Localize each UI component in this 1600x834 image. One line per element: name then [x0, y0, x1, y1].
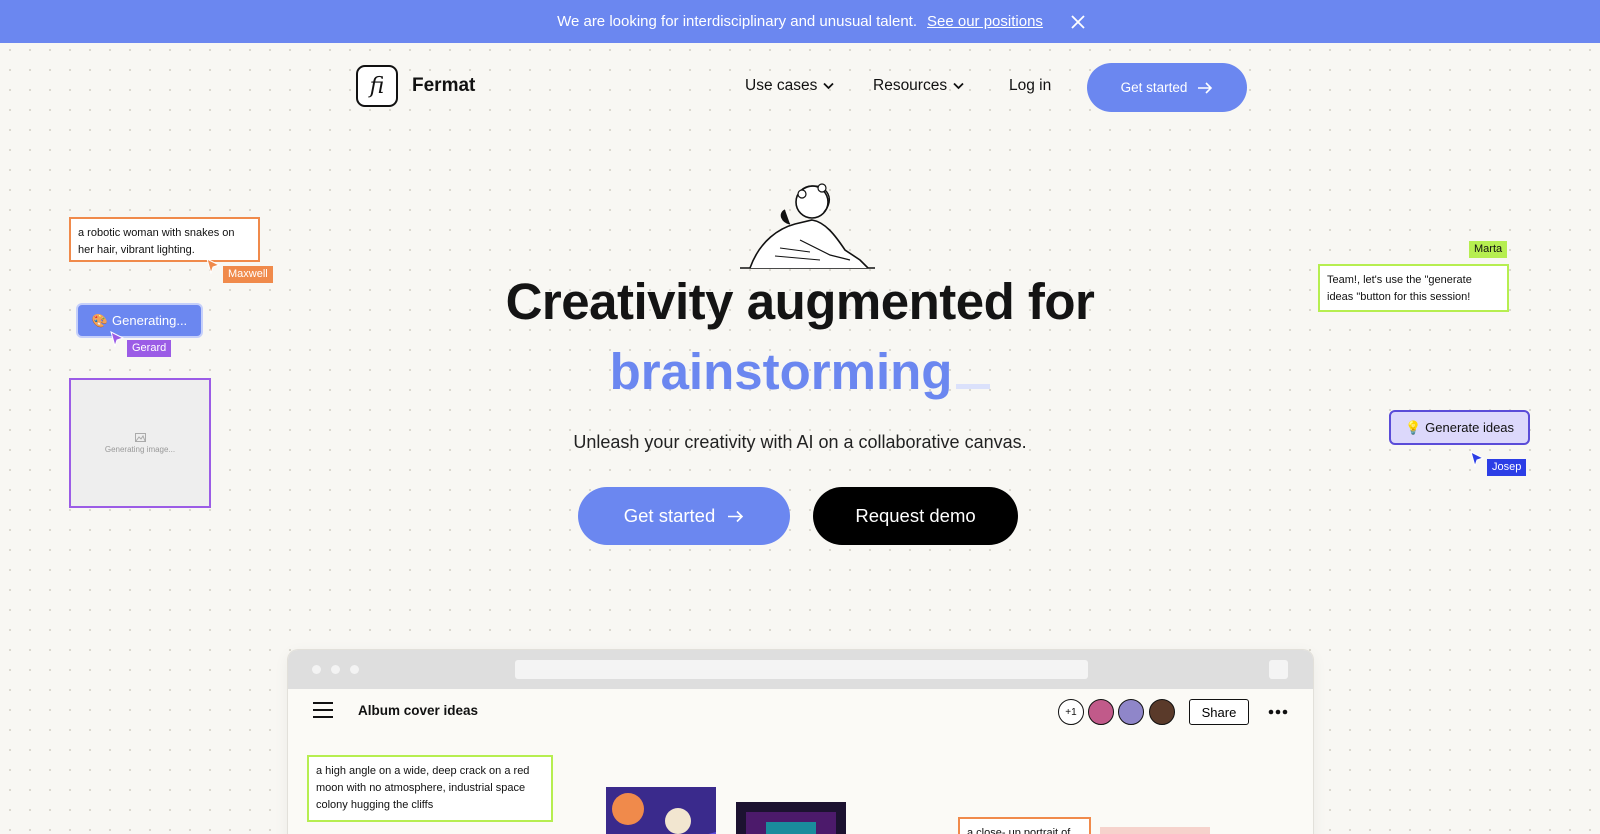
hero-subhead: Unleash your creativity with AI on a col…: [573, 432, 1027, 452]
positions-link[interactable]: See our positions: [927, 13, 1043, 30]
app-toolbar: Album cover ideas +1 Share: [288, 689, 1313, 735]
close-icon: [1071, 15, 1085, 29]
nav-resources[interactable]: Resources: [873, 77, 964, 95]
crack-prompt-note: a high angle on a wide, deep crack on a …: [307, 755, 553, 822]
user-tag-gerard: Gerard: [127, 340, 172, 357]
nav-resources-label: Resources: [873, 77, 948, 94]
hero-primary-label: Get started: [623, 505, 716, 526]
logo-mark: fi: [356, 65, 398, 107]
window-button: [1269, 660, 1288, 679]
user-tag-josep: Josep: [1487, 459, 1527, 476]
banner-message: We are looking for interdisciplinary and…: [557, 13, 918, 30]
hamburger-menu-icon[interactable]: [312, 701, 334, 719]
brand-name: Fermat: [412, 75, 476, 96]
window-dot: [350, 665, 359, 674]
generating-image-card: Generating image...: [69, 378, 211, 508]
chevron-down-icon: [953, 82, 964, 90]
cursor-pointer-icon: [1470, 451, 1484, 467]
nav-get-started-button[interactable]: Get started: [1087, 63, 1247, 112]
nav-cta-label: Get started: [1120, 80, 1188, 95]
palette-icon: 🎨: [91, 312, 109, 328]
share-button[interactable]: Share: [1189, 699, 1249, 725]
avatar[interactable]: [1149, 699, 1175, 725]
fermat-logo[interactable]: fi Fermat: [356, 65, 475, 107]
generating-pill: 🎨 Generating...: [76, 303, 203, 338]
prompt-note: a robotic woman with snakes on her hair,…: [69, 217, 260, 262]
chevron-down-icon: [823, 82, 835, 90]
hero-get-started-button[interactable]: Get started: [578, 487, 790, 545]
nav-use-cases-label: Use cases: [745, 77, 818, 94]
neon-image-thumbnail: [736, 802, 846, 834]
cursor-pointer-icon: [110, 331, 124, 347]
more-options-icon[interactable]: [1267, 703, 1289, 721]
announcement-banner: We are looking for interdisciplinary and…: [0, 0, 1600, 43]
image-placeholder-text: Generating image...: [104, 444, 176, 454]
user-tag-marta: Marta: [1469, 241, 1508, 258]
collaborator-count-badge[interactable]: +1: [1058, 699, 1084, 725]
avatar[interactable]: [1088, 699, 1114, 725]
generating-label: Generating...: [112, 313, 188, 328]
window-titlebar: [288, 650, 1313, 689]
window-dot: [312, 665, 321, 674]
writer-illustration: [740, 183, 875, 269]
nav-use-cases[interactable]: Use cases: [745, 77, 835, 95]
pink-card: [1100, 827, 1210, 834]
app-window-preview: Album cover ideas +1 Share a high angle …: [288, 650, 1313, 834]
user-tag-maxwell: Maxwell: [223, 266, 273, 283]
image-icon: [134, 432, 146, 442]
address-bar: [515, 660, 1088, 679]
request-demo-button[interactable]: Request demo: [813, 487, 1018, 545]
arrow-right-icon: [1198, 81, 1213, 94]
space-image-thumbnail: [606, 787, 716, 834]
team-note: Team!, let's use the "generate ideas "bu…: [1318, 264, 1509, 312]
document-title: Album cover ideas: [358, 703, 479, 718]
generate-ideas-pill[interactable]: 💡 Generate ideas: [1389, 410, 1530, 445]
arrow-right-icon: [728, 510, 744, 522]
window-dot: [331, 665, 340, 674]
cursor-pointer-icon: [206, 258, 220, 274]
hero-accent-word: brainstorming: [0, 342, 1600, 401]
generate-ideas-label: Generate ideas: [1425, 420, 1515, 435]
portrait-prompt-note: a close- up portrait of: [958, 817, 1091, 834]
close-banner-button[interactable]: [1068, 12, 1088, 32]
avatar[interactable]: [1118, 699, 1144, 725]
hero-accent-text: brainstorming: [609, 343, 953, 400]
nav-login[interactable]: Log in: [1009, 77, 1051, 95]
lightbulb-icon: 💡: [1404, 419, 1422, 435]
typing-cursor: [956, 384, 991, 389]
